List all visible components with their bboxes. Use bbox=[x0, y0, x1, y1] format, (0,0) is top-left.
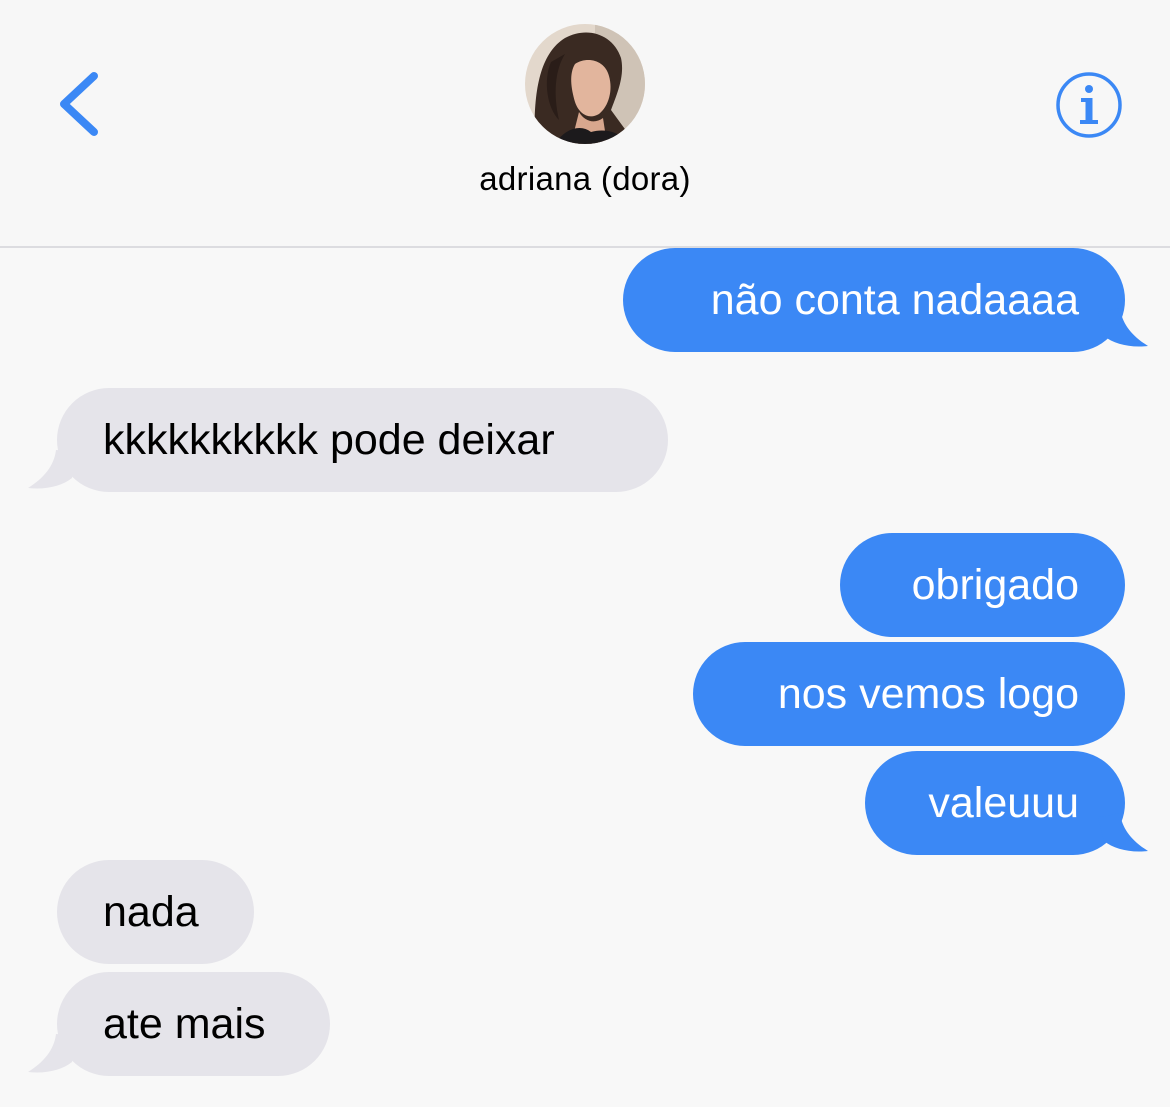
sent-message-bubble[interactable]: não conta nadaaaa bbox=[623, 248, 1125, 352]
bubble-tail bbox=[28, 450, 78, 489]
conversation-header: adriana (dora) bbox=[0, 0, 1170, 248]
chevron-left-icon bbox=[60, 72, 98, 136]
bubble-tail bbox=[1098, 308, 1148, 347]
contact-avatar[interactable] bbox=[525, 24, 645, 144]
bubble-tail bbox=[1098, 813, 1148, 852]
received-message-bubble[interactable]: kkkkkkkkkk pode deixar bbox=[57, 388, 668, 492]
contact-name[interactable]: adriana (dora) bbox=[0, 160, 1170, 198]
info-circle-icon bbox=[1056, 72, 1122, 138]
sent-message-bubble[interactable]: obrigado bbox=[840, 533, 1125, 637]
received-message-bubble[interactable]: nada bbox=[57, 860, 254, 964]
contact-photo bbox=[525, 24, 645, 144]
received-message-bubble[interactable]: ate mais bbox=[57, 972, 330, 1076]
back-button[interactable] bbox=[54, 68, 114, 140]
sent-message-bubble[interactable]: valeuuu bbox=[865, 751, 1125, 855]
sent-message-bubble[interactable]: nos vemos logo bbox=[693, 642, 1125, 746]
info-button[interactable] bbox=[1054, 70, 1124, 140]
bubble-tail bbox=[28, 1034, 78, 1073]
